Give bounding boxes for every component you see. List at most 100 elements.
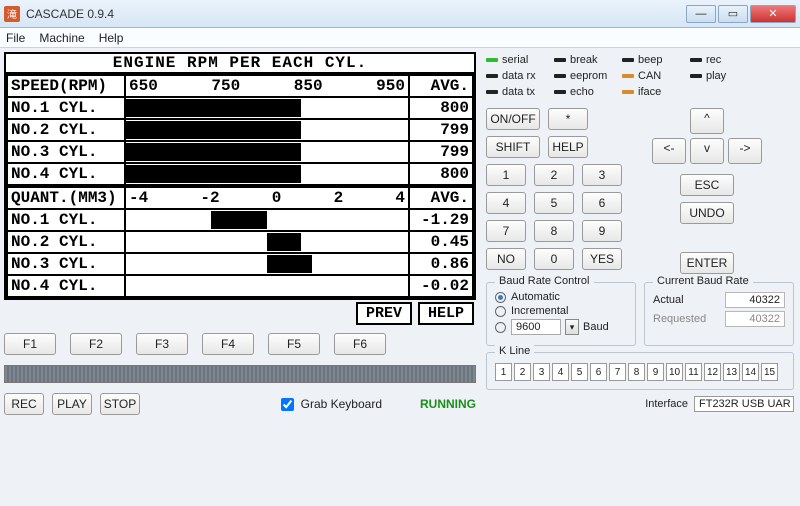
lcd-help-button[interactable]: HELP xyxy=(418,302,474,325)
legend-datatx: data tx xyxy=(486,86,544,98)
menu-help[interactable]: Help xyxy=(99,31,124,45)
keypad-main: ON/OFF * SHIFT HELP 1 2 3 4 5 6 xyxy=(486,108,622,276)
num-4-button[interactable]: 4 xyxy=(486,192,526,214)
rpm-label: NO.1 CYL. xyxy=(7,97,125,119)
kline-cell[interactable]: 12 xyxy=(704,363,721,381)
fkey-f5[interactable]: F5 xyxy=(268,333,320,355)
led-icon xyxy=(486,58,498,62)
num-3-button[interactable]: 3 xyxy=(582,164,622,186)
fkey-f2[interactable]: F2 xyxy=(70,333,122,355)
fkey-f4[interactable]: F4 xyxy=(202,333,254,355)
kline-cell[interactable]: 1 xyxy=(495,363,512,381)
kline-cell[interactable]: 3 xyxy=(533,363,550,381)
led-icon xyxy=(690,74,702,78)
fkey-f1[interactable]: F1 xyxy=(4,333,56,355)
led-icon xyxy=(486,90,498,94)
lcd-title: ENGINE RPM PER EACH CYL. xyxy=(6,54,474,74)
yes-button[interactable]: YES xyxy=(582,248,622,270)
baud-auto-radio[interactable]: Automatic xyxy=(495,291,627,303)
kline-cell[interactable]: 7 xyxy=(609,363,626,381)
onoff-button[interactable]: ON/OFF xyxy=(486,108,540,130)
quant-label: NO.2 CYL. xyxy=(7,231,125,253)
num-5-button[interactable]: 5 xyxy=(534,192,574,214)
num-1-button[interactable]: 1 xyxy=(486,164,526,186)
legend-beep: beep xyxy=(622,54,680,66)
no-button[interactable]: NO xyxy=(486,248,526,270)
led-icon xyxy=(554,74,566,78)
led-icon xyxy=(690,58,702,62)
num-6-button[interactable]: 6 xyxy=(582,192,622,214)
esc-button[interactable]: ESC xyxy=(680,174,734,196)
quant-row: NO.1 CYL.-1.29 xyxy=(7,209,473,231)
kline-cell[interactable]: 4 xyxy=(552,363,569,381)
arrow-left-button[interactable]: <- xyxy=(652,138,686,164)
baud-rate-group: Current Baud Rate Actual40322 Requested4… xyxy=(644,282,794,346)
fkey-f6[interactable]: F6 xyxy=(334,333,386,355)
led-icon xyxy=(554,58,566,62)
num-7-button[interactable]: 7 xyxy=(486,220,526,242)
menu-file[interactable]: File xyxy=(6,31,25,45)
play-button[interactable]: PLAY xyxy=(52,393,92,415)
star-button[interactable]: * xyxy=(548,108,588,130)
maximize-button[interactable]: ▭ xyxy=(718,5,748,23)
rpm-table: SPEED(RPM) 650750850950 AVG. NO.1 CYL.80… xyxy=(6,74,474,186)
kline-cell[interactable]: 14 xyxy=(742,363,759,381)
rec-button[interactable]: REC xyxy=(4,393,44,415)
rpm-row: NO.2 CYL. 799 xyxy=(7,119,473,141)
chevron-down-icon[interactable]: ▾ xyxy=(565,319,579,335)
kline-cell[interactable]: 11 xyxy=(685,363,702,381)
led-icon xyxy=(554,90,566,94)
legend-rec: rec xyxy=(690,54,748,66)
menu-machine[interactable]: Machine xyxy=(39,31,84,45)
quant-tick: 0 xyxy=(272,190,282,206)
legend-iface: iface xyxy=(622,86,680,98)
fkey-f3[interactable]: F3 xyxy=(136,333,188,355)
rpm-row: NO.1 CYL.800 xyxy=(7,97,473,119)
lcd-prev-button[interactable]: PREV xyxy=(356,302,412,325)
num-8-button[interactable]: 8 xyxy=(534,220,574,242)
help-key-button[interactable]: HELP xyxy=(548,136,588,158)
baud-value-select[interactable]: 9600 xyxy=(511,319,561,335)
kline-cell[interactable]: 13 xyxy=(723,363,740,381)
enter-button[interactable]: ENTER xyxy=(680,252,734,274)
kline-cell[interactable]: 15 xyxy=(761,363,778,381)
rpm-label: NO.3 CYL. xyxy=(7,141,125,163)
baud-manual-radio[interactable]: 9600 ▾ Baud xyxy=(495,319,627,335)
rpm-label: NO.2 CYL. xyxy=(7,119,125,141)
rpm-bar-cell xyxy=(125,141,409,163)
kline-cell[interactable]: 5 xyxy=(571,363,588,381)
quant-bar-cell xyxy=(125,209,409,231)
num-9-button[interactable]: 9 xyxy=(582,220,622,242)
kline-cell[interactable]: 8 xyxy=(628,363,645,381)
keypad-nav: ^ <- v -> ESC UNDO ENTER xyxy=(652,108,762,276)
legend-echo: echo xyxy=(554,86,612,98)
baud-incr-radio[interactable]: Incremental xyxy=(495,305,627,317)
titlebar: 滝 CASCADE 0.9.4 — ▭ ✕ xyxy=(0,0,800,28)
arrow-right-button[interactable]: -> xyxy=(728,138,762,164)
kline-cell[interactable]: 10 xyxy=(666,363,683,381)
kline-group: K Line 123456789101112131415 xyxy=(486,352,794,390)
kline-cell[interactable]: 9 xyxy=(647,363,664,381)
grab-keyboard-checkbox[interactable]: Grab Keyboard xyxy=(277,395,382,414)
fkey-row: F1 F2 F3 F4 F5 F6 xyxy=(4,333,476,355)
kline-cell[interactable]: 6 xyxy=(590,363,607,381)
arrow-down-button[interactable]: v xyxy=(690,138,724,164)
quant-tick: -2 xyxy=(200,190,219,206)
requested-label: Requested xyxy=(653,313,706,325)
shift-button[interactable]: SHIFT xyxy=(486,136,540,158)
legend-eeprom: eeprom xyxy=(554,70,612,82)
rpm-tick: 950 xyxy=(376,78,405,94)
undo-button[interactable]: UNDO xyxy=(680,202,734,224)
rpm-value: 799 xyxy=(409,119,473,141)
baud-unit-label: Baud xyxy=(583,321,609,333)
rpm-row: NO.3 CYL.799 xyxy=(7,141,473,163)
num-2-button[interactable]: 2 xyxy=(534,164,574,186)
quant-value: 0.45 xyxy=(409,231,473,253)
rpm-bar-cell xyxy=(125,163,409,185)
close-button[interactable]: ✕ xyxy=(750,5,796,23)
arrow-up-button[interactable]: ^ xyxy=(690,108,724,134)
kline-cell[interactable]: 2 xyxy=(514,363,531,381)
num-0-button[interactable]: 0 xyxy=(534,248,574,270)
stop-button[interactable]: STOP xyxy=(100,393,140,415)
minimize-button[interactable]: — xyxy=(686,5,716,23)
